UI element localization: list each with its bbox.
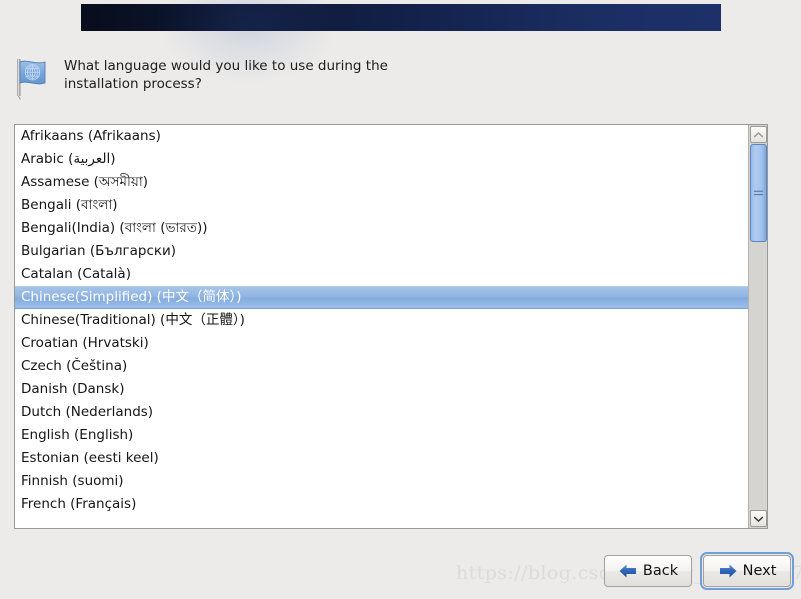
language-list-item[interactable]: Dutch (Nederlands) bbox=[15, 401, 767, 424]
arrow-left-icon bbox=[619, 564, 636, 578]
prompt-text: What language would you like to use duri… bbox=[64, 58, 388, 92]
next-button-label: Next bbox=[742, 562, 777, 579]
language-list-item[interactable]: Danish (Dansk) bbox=[15, 378, 767, 401]
language-list-item[interactable]: English (English) bbox=[15, 424, 767, 447]
language-list-item[interactable]: Catalan (Català) bbox=[15, 263, 767, 286]
language-listbox[interactable]: Afrikaans (Afrikaans) Arabic (العربية) Ass… bbox=[14, 124, 768, 529]
back-button[interactable]: Back bbox=[604, 555, 692, 587]
language-list-item[interactable]: Czech (Čeština) bbox=[15, 355, 767, 378]
back-button-label: Back bbox=[642, 562, 679, 579]
language-list: Afrikaans (Afrikaans) Arabic (العربية) Ass… bbox=[15, 125, 767, 516]
language-list-item[interactable]: Chinese(Simplified) (中文（简体）) bbox=[15, 286, 767, 309]
prompt-row: What language would you like to use duri… bbox=[12, 54, 712, 100]
language-list-item[interactable]: Assamese (অসমীয়া) bbox=[15, 171, 767, 194]
language-list-item[interactable]: Croatian (Hrvatski) bbox=[15, 332, 767, 355]
arrow-right-icon bbox=[719, 564, 737, 578]
language-list-item[interactable]: Chinese(Traditional) (中文（正體）) bbox=[15, 309, 767, 332]
language-list-item[interactable]: Estonian (eesti keel) bbox=[15, 447, 767, 470]
chevron-down-icon bbox=[754, 516, 763, 522]
scroll-up-button[interactable] bbox=[750, 126, 767, 143]
language-list-item[interactable]: Bengali (বাংলা) bbox=[15, 194, 767, 217]
language-list-item[interactable]: Finnish (suomi) bbox=[15, 470, 767, 493]
language-list-item[interactable]: Afrikaans (Afrikaans) bbox=[15, 125, 767, 148]
scroll-down-button[interactable] bbox=[750, 510, 767, 527]
language-list-item[interactable]: French (Français) bbox=[15, 493, 767, 516]
chevron-up-icon bbox=[754, 131, 763, 137]
header-banner bbox=[81, 0, 721, 84]
footer-buttons: Back Next bbox=[604, 552, 794, 590]
list-scrollbar[interactable] bbox=[748, 125, 767, 528]
language-list-item[interactable]: Bulgarian (Български) bbox=[15, 240, 767, 263]
language-list-item[interactable]: Bengali(India) (বাংলা (ভারত)) bbox=[15, 217, 767, 240]
grip-lines-icon bbox=[754, 190, 763, 195]
language-list-item[interactable]: Arabic (العربية) bbox=[15, 148, 767, 171]
next-button[interactable]: Next bbox=[700, 552, 794, 590]
scrollbar-thumb[interactable] bbox=[750, 144, 767, 242]
flag-icon bbox=[12, 56, 56, 100]
